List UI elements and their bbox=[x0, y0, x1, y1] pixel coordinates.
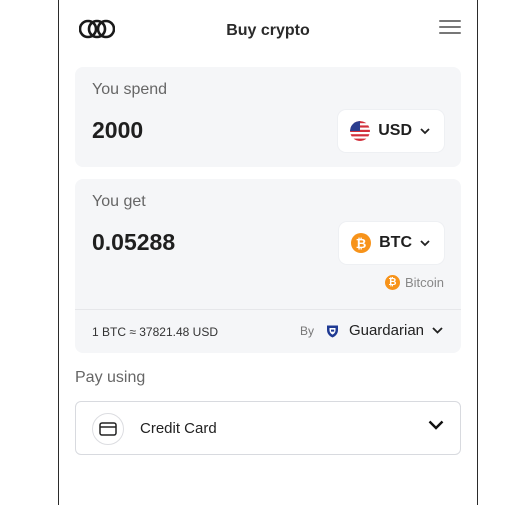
chevron-down-icon bbox=[420, 127, 430, 134]
receive-currency-select[interactable]: ₿ BTC bbox=[339, 222, 444, 264]
exchange-rate: 1 BTC ≈ 37821.48 USD bbox=[92, 325, 218, 339]
payment-method-label: Credit Card bbox=[140, 420, 217, 437]
spend-currency-code: USD bbox=[378, 122, 412, 139]
menu-line bbox=[439, 20, 461, 22]
pay-using-label: Pay using bbox=[75, 369, 146, 386]
page-title: Buy crypto bbox=[226, 22, 310, 39]
chevron-down-icon bbox=[428, 420, 444, 430]
receive-card: You get ₿ BTC ₿ Bitcoin 1 BTC ≈ 37821.48… bbox=[75, 179, 461, 353]
bitcoin-small-icon: ₿ bbox=[384, 275, 400, 290]
provider-select[interactable]: By Guardarian bbox=[300, 322, 443, 339]
spend-currency-select[interactable]: USD bbox=[338, 110, 444, 152]
provider-name: Guardarian bbox=[348, 322, 424, 339]
receive-amount-field bbox=[92, 229, 292, 256]
menu-line bbox=[439, 32, 461, 34]
spend-amount-input[interactable] bbox=[92, 117, 292, 144]
us-flag-icon bbox=[350, 121, 371, 141]
coin-name-tag: ₿ Bitcoin bbox=[384, 275, 444, 290]
provider-by-label: By bbox=[299, 323, 314, 338]
bitcoin-icon: ₿ bbox=[351, 233, 372, 253]
buy-crypto-widget: Buy crypto You spend 2000 USD You get 0.… bbox=[58, 0, 478, 505]
receive-label: You get bbox=[92, 193, 146, 210]
chevron-down-icon bbox=[432, 327, 443, 334]
coin-name: Bitcoin bbox=[404, 275, 444, 290]
divider bbox=[75, 309, 461, 310]
hamburger-menu-icon[interactable] bbox=[439, 20, 461, 38]
receive-currency-code: BTC bbox=[379, 234, 412, 251]
chevron-down-icon bbox=[420, 239, 430, 246]
header: Buy crypto bbox=[59, 0, 477, 64]
spend-card: You spend USD bbox=[75, 67, 461, 167]
menu-line bbox=[439, 26, 461, 28]
credit-card-icon bbox=[92, 413, 124, 445]
payment-method-select[interactable]: Credit Card bbox=[75, 401, 461, 455]
guardarian-shield-icon bbox=[326, 325, 338, 337]
spend-label: You spend bbox=[92, 81, 168, 98]
credit-card-glyph bbox=[99, 422, 117, 436]
